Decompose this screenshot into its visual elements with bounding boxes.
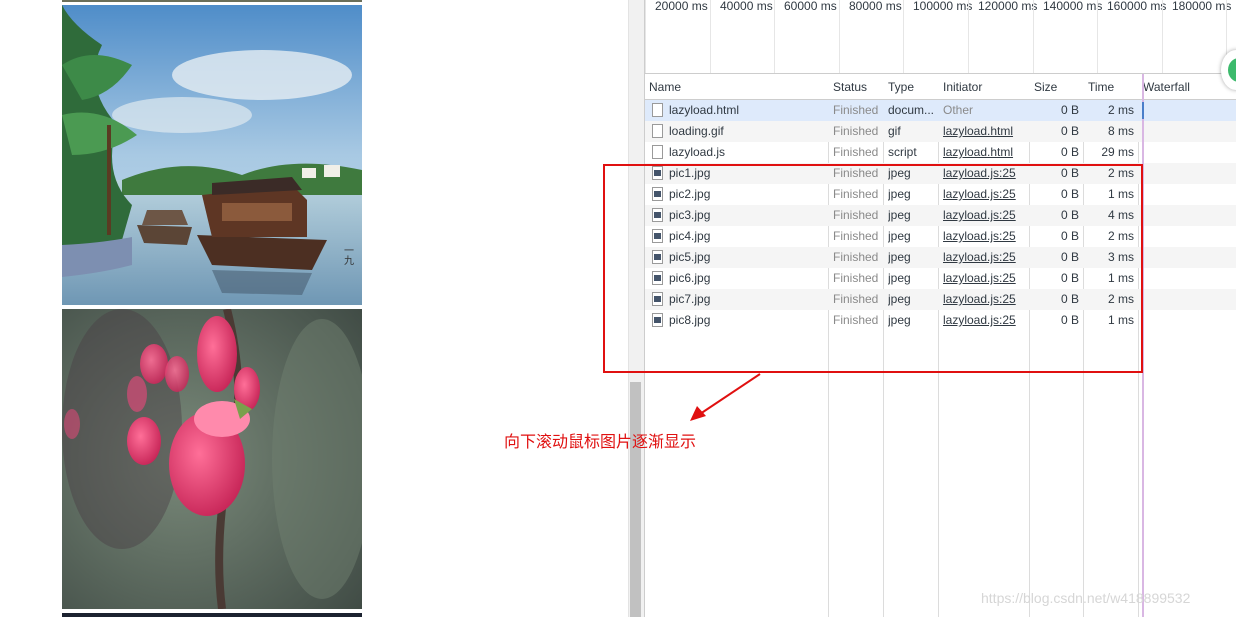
annotation-arrow-icon bbox=[690, 373, 761, 421]
request-size: 0 B bbox=[1060, 145, 1079, 159]
request-time: 2 ms bbox=[1107, 103, 1134, 117]
request-time: 8 ms bbox=[1107, 124, 1134, 138]
timeline-tick-label: 60000 ms bbox=[784, 0, 837, 13]
request-row[interactable]: loading.gif Finished gif lazyload.html 0 B 8 … bbox=[645, 121, 1236, 142]
request-row[interactable]: lazyload.html Finished docum... Other 0 B 2 m… bbox=[645, 100, 1236, 121]
timeline-tick bbox=[839, 0, 840, 73]
timeline-tick-label: 40000 ms bbox=[720, 0, 773, 13]
request-time: 29 ms bbox=[1101, 145, 1134, 159]
header-status[interactable]: Status bbox=[829, 74, 883, 99]
timeline-tick-label: 180000 ms bbox=[1172, 0, 1232, 13]
header-name[interactable]: Name bbox=[645, 74, 828, 99]
timeline-tick bbox=[1162, 0, 1163, 73]
request-name: loading.gif bbox=[669, 124, 724, 138]
landscape-painting-image: 一九 bbox=[62, 5, 362, 305]
table-header: Name Status Type Initiator Size Time Wat… bbox=[645, 74, 1236, 100]
peach-blossom-photo bbox=[62, 309, 362, 609]
timeline-tick-label: 120000 ms bbox=[978, 0, 1038, 13]
annotation-caption: 向下滚动鼠标图片逐渐显示 bbox=[504, 432, 697, 451]
timeline-tick bbox=[903, 0, 904, 73]
request-type: script bbox=[888, 145, 917, 159]
header-time[interactable]: Time bbox=[1084, 74, 1138, 99]
timeline-tick-label: 160000 ms bbox=[1107, 0, 1167, 13]
request-row[interactable]: lazyload.js Finished script lazyload.html 0 … bbox=[645, 142, 1236, 163]
timeline-tick-label: 100000 ms bbox=[913, 0, 973, 13]
file-icon bbox=[652, 124, 663, 138]
page-scrollbar-thumb[interactable] bbox=[630, 382, 641, 617]
header-waterfall[interactable]: Waterfall bbox=[1139, 74, 1233, 99]
file-icon bbox=[652, 145, 663, 159]
network-overview-timeline[interactable]: 20000 ms 40000 ms 60000 ms 80000 ms 100000 m… bbox=[645, 0, 1236, 74]
file-icon bbox=[652, 103, 663, 117]
request-initiator[interactable]: lazyload.html bbox=[943, 142, 1027, 163]
request-status: Finished bbox=[833, 124, 879, 138]
timeline-tick-label: 80000 ms bbox=[849, 0, 902, 13]
timeline-tick bbox=[1097, 0, 1098, 73]
waterfall-bar bbox=[1142, 102, 1144, 119]
timeline-tick-label: 20000 ms bbox=[655, 0, 708, 13]
request-type: docum... bbox=[888, 103, 935, 117]
timeline-tick bbox=[710, 0, 711, 73]
request-name: lazyload.html bbox=[669, 103, 740, 117]
header-size[interactable]: Size bbox=[1030, 74, 1084, 99]
timeline-tick bbox=[968, 0, 969, 73]
watermark-text: https://blog.csdn.net/w418899532 bbox=[981, 590, 1191, 606]
request-status: Finished bbox=[833, 145, 879, 159]
request-initiator: Other bbox=[943, 103, 974, 117]
request-size: 0 B bbox=[1060, 103, 1079, 117]
timeline-tick bbox=[1033, 0, 1034, 73]
image-top-strip bbox=[62, 0, 362, 2]
request-status: Finished bbox=[833, 103, 879, 117]
request-initiator[interactable]: lazyload.html bbox=[943, 121, 1027, 142]
timeline-tick bbox=[774, 0, 775, 73]
request-type: gif bbox=[888, 124, 901, 138]
request-name: lazyload.js bbox=[669, 145, 726, 159]
timeline-tick bbox=[645, 0, 646, 73]
next-image-edge bbox=[62, 613, 362, 617]
request-size: 0 B bbox=[1060, 124, 1079, 138]
svg-text:一九: 一九 bbox=[342, 245, 354, 265]
highlight-box bbox=[603, 164, 1143, 373]
timeline-tick-label: 140000 ms bbox=[1043, 0, 1103, 13]
header-type[interactable]: Type bbox=[884, 74, 938, 99]
header-initiator[interactable]: Initiator bbox=[939, 74, 1029, 99]
